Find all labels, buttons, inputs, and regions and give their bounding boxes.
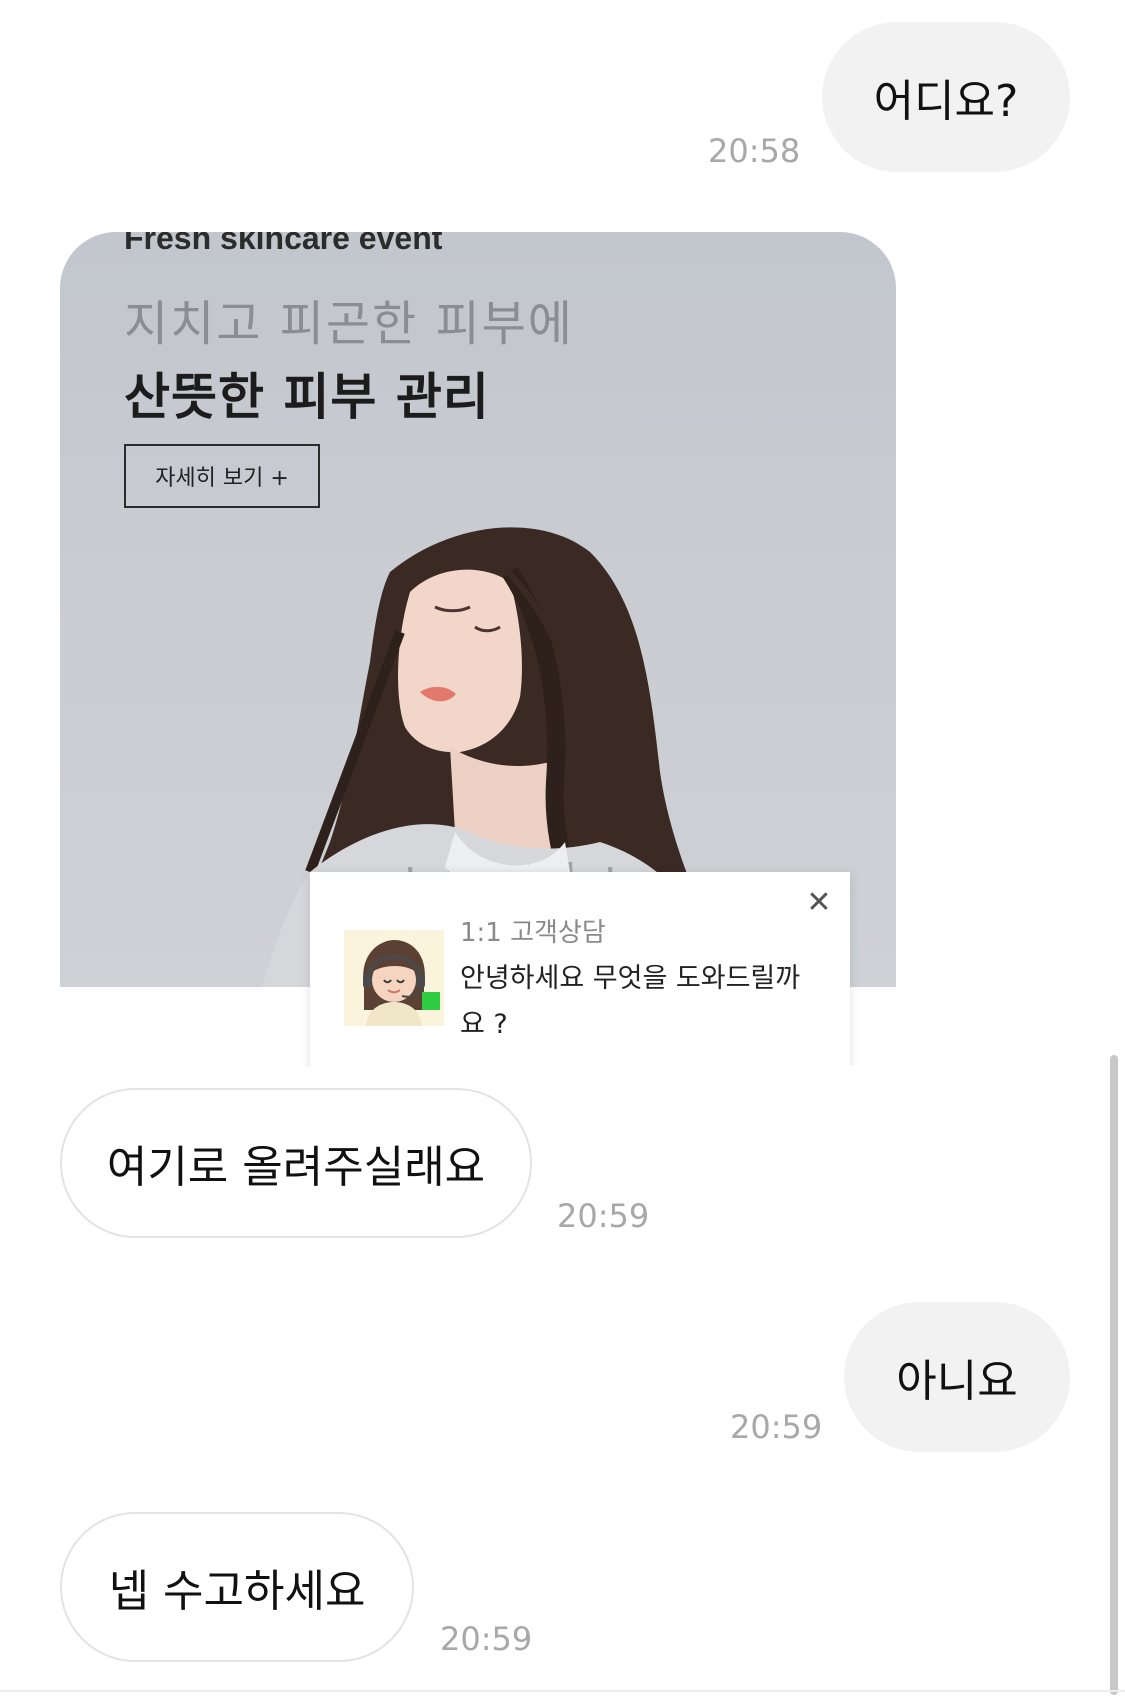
message-bubble-received[interactable]: 넵 수고하세요: [60, 1512, 414, 1662]
event-tag: Fresh skincare event: [124, 232, 443, 256]
message-text: 여기로 올려주실래요: [106, 1142, 486, 1193]
message-bubble-sent[interactable]: 어디요?: [822, 22, 1070, 172]
message-text: 넵 수고하세요: [108, 1566, 366, 1617]
agent-avatar-icon: [344, 930, 444, 1026]
support-chat-widget: ✕ 1:1 고객상담 안녕하세요 무엇을 도와드릴까요 ?: [310, 872, 850, 1067]
image-message[interactable]: Fresh skincare event 지치고 피곤한 피부에 산뜻한 피부 …: [60, 232, 896, 1067]
chat-thread: 어디요? 20:58 Fresh skincare event 지치고 피곤한 …: [0, 0, 1125, 1702]
banner-subheadline: 산뜻한 피부 관리: [124, 368, 490, 426]
message-time: 20:59: [730, 1408, 823, 1446]
message-bubble-sent[interactable]: 아니요: [844, 1302, 1070, 1452]
widget-message: 안녕하세요 무엇을 도와드릴까요 ?: [460, 963, 801, 1040]
message-time: 20:59: [557, 1197, 650, 1235]
scrollbar[interactable]: [1110, 1055, 1118, 1695]
divider: [0, 1690, 1125, 1692]
detail-button: 자세히 보기 +: [124, 444, 320, 508]
message-time: 20:58: [708, 132, 801, 170]
message-bubble-received[interactable]: 여기로 올려주실래요: [60, 1088, 532, 1238]
close-icon: ✕: [806, 885, 832, 920]
banner-headline: 지치고 피곤한 피부에: [124, 296, 574, 352]
message-text: 어디요?: [873, 76, 1019, 127]
message-text: 아니요: [896, 1356, 1018, 1407]
message-time: 20:59: [440, 1620, 533, 1658]
widget-title: 1:1 고객상담: [460, 918, 606, 948]
